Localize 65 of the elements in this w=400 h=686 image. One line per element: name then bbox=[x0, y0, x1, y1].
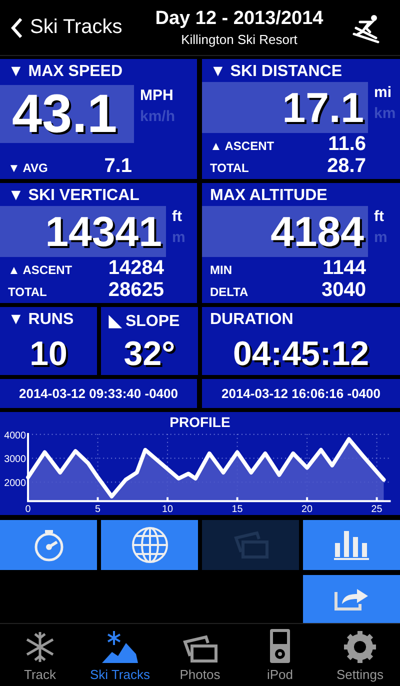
stat-value: 43.1 bbox=[12, 83, 118, 145]
axis-label: 3000 bbox=[4, 454, 26, 466]
tab[interactable]: Photos bbox=[160, 624, 240, 686]
globe-icon bbox=[130, 526, 168, 564]
panel-title: ◣ SLOPE bbox=[108, 312, 181, 332]
stat-value: 14341 bbox=[45, 208, 162, 256]
stat-label: ▲ ASCENT bbox=[8, 263, 72, 277]
stat-value: 32° bbox=[124, 335, 176, 374]
stat-label: TOTAL bbox=[210, 161, 249, 175]
panel-title[interactable]: ▼ SKI VERTICAL bbox=[0, 183, 197, 206]
settings-icon bbox=[343, 630, 377, 664]
stat-label: ▲ ASCENT bbox=[210, 139, 274, 153]
tab[interactable]: iPod bbox=[240, 624, 320, 686]
panel-title[interactable]: ▼ MAX SPEED bbox=[0, 59, 197, 85]
axis-label: 5 bbox=[95, 504, 101, 515]
photos-icon bbox=[182, 634, 218, 664]
stat-label: MIN bbox=[210, 263, 232, 277]
tab[interactable]: Settings bbox=[320, 624, 400, 686]
action-button[interactable] bbox=[101, 520, 198, 570]
ipod-icon bbox=[269, 628, 291, 664]
action-button[interactable] bbox=[0, 520, 97, 570]
unit-label[interactable]: ft bbox=[374, 208, 388, 226]
snowflake-mountain-icon bbox=[100, 630, 140, 664]
panel-title: ▼ RUNS bbox=[7, 310, 75, 330]
stat-number: 14284 bbox=[108, 257, 164, 280]
bar-chart-icon bbox=[332, 529, 370, 561]
unit-label[interactable]: ft bbox=[172, 208, 186, 226]
tab[interactable]: Ski Tracks bbox=[80, 624, 160, 686]
unit-label[interactable]: MPH bbox=[140, 87, 176, 104]
stat-number: 1144 bbox=[322, 257, 366, 280]
timestamp: 2014-03-12 09:33:40 -0400 bbox=[0, 379, 197, 408]
tab[interactable]: Track bbox=[0, 624, 80, 686]
photos-icon bbox=[232, 530, 268, 560]
unit-label[interactable]: mi bbox=[374, 84, 396, 102]
panel-title[interactable]: ▼ SKI DISTANCE bbox=[202, 59, 400, 82]
stat-number: 7.1 bbox=[104, 155, 132, 178]
stat-value: 04:45:12 bbox=[232, 335, 370, 374]
axis-label: 20 bbox=[302, 504, 313, 515]
axis-label: 25 bbox=[371, 504, 382, 515]
axis-label: 2000 bbox=[4, 478, 26, 490]
share-icon bbox=[332, 586, 370, 612]
action-button[interactable] bbox=[303, 520, 400, 570]
stat-value: 10 bbox=[30, 335, 68, 374]
timestamp: 2014-03-12 16:06:16 -0400 bbox=[202, 379, 400, 408]
panel-title: DURATION bbox=[209, 310, 294, 330]
stat-label: ▼ AVG bbox=[8, 161, 48, 175]
axis-label: 15 bbox=[232, 504, 243, 515]
axis-label: 4000 bbox=[4, 430, 26, 442]
stat-value: 4184 bbox=[270, 208, 364, 256]
stat-label: DELTA bbox=[210, 285, 248, 299]
page-subtitle: Killington Ski Resort bbox=[181, 32, 298, 47]
stat-number: 11.6 bbox=[328, 133, 366, 156]
back-icon bbox=[10, 16, 24, 38]
page-title: Day 12 - 2013/2014 bbox=[155, 8, 324, 30]
stat-number: 28625 bbox=[108, 279, 164, 302]
stat-number: 28.7 bbox=[327, 155, 366, 178]
stat-number: 3040 bbox=[322, 279, 366, 302]
back-button[interactable]: Ski Tracks bbox=[0, 16, 122, 39]
panel-title[interactable]: MAX ALTITUDE bbox=[202, 183, 400, 206]
stat-value: 17.1 bbox=[282, 84, 364, 132]
axis-label: 10 bbox=[162, 504, 174, 515]
share-button[interactable] bbox=[303, 575, 400, 623]
chart-title: PROFILE bbox=[170, 414, 230, 430]
stat-label: TOTAL bbox=[8, 285, 47, 299]
axis-label: 0 bbox=[25, 504, 31, 515]
